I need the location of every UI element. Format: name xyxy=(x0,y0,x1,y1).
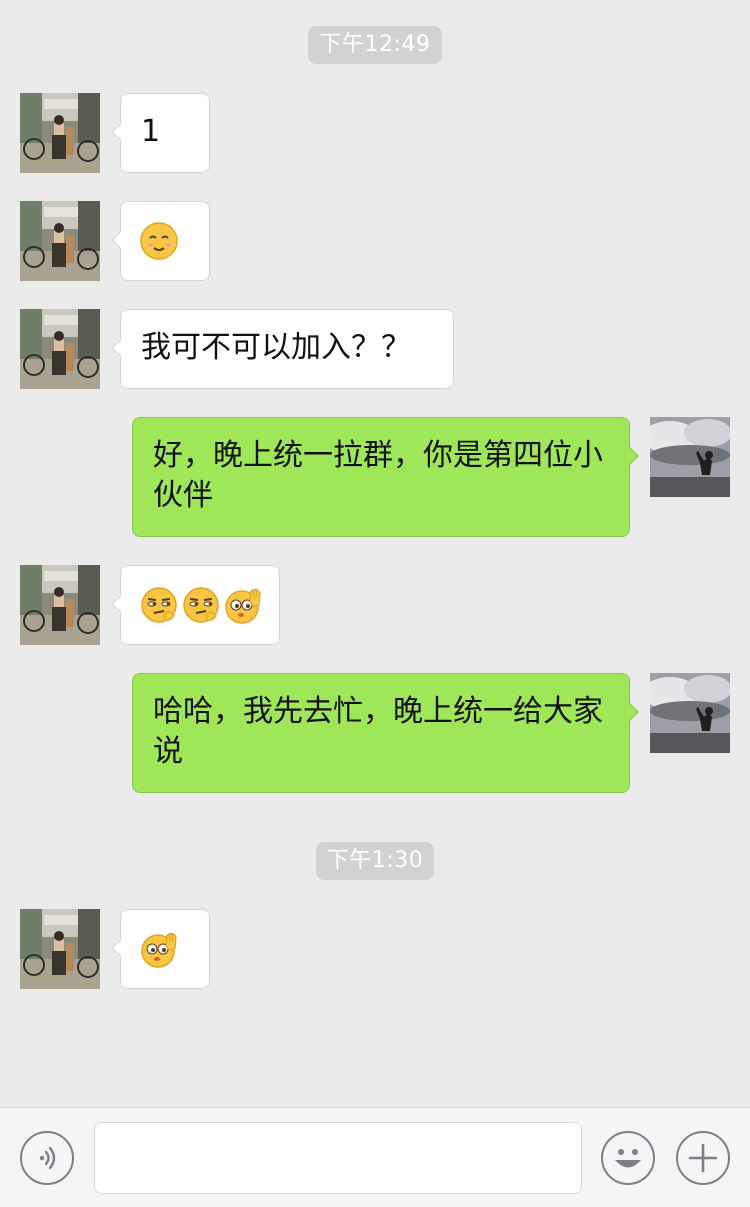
my-avatar[interactable] xyxy=(650,673,730,753)
message-text: 好，晚上统一拉群，你是第四位小伙伴 xyxy=(153,438,603,513)
smirk-face-emoji xyxy=(181,585,221,625)
message-text: 1 xyxy=(141,114,161,149)
my-avatar[interactable] xyxy=(650,417,730,497)
incoming-message-bubble[interactable]: 我可不可以加入？？ xyxy=(111,309,454,389)
emoji-icon xyxy=(615,1149,641,1168)
contact-avatar[interactable] xyxy=(20,909,100,989)
voice-button[interactable] xyxy=(20,1131,74,1185)
outgoing-message-bubble[interactable]: 哈哈，我先去忙，晚上统一给大家说 xyxy=(132,673,639,793)
timestamp: 下午12:49 xyxy=(308,26,442,64)
outgoing-message-bubble[interactable]: 好，晚上统一拉群，你是第四位小伙伴 xyxy=(132,417,639,537)
more-button[interactable] xyxy=(676,1131,730,1185)
contact-avatar[interactable] xyxy=(20,201,100,281)
wave-face-emoji xyxy=(223,585,263,625)
emoji-button[interactable] xyxy=(601,1131,655,1185)
plus-icon xyxy=(688,1143,718,1173)
message-text: 哈哈，我先去忙，晚上统一给大家说 xyxy=(153,694,603,769)
smirk-face-emoji xyxy=(139,585,179,625)
contact-avatar[interactable] xyxy=(20,565,100,645)
message-text: 我可不可以加入？？ xyxy=(141,330,411,365)
chat-area[interactable]: 下午12:49 1 我可不可以加入？？ 好，晚上统一拉群，你是第四位小伙伴 哈哈… xyxy=(0,0,750,1107)
input-bar xyxy=(0,1107,750,1207)
incoming-message-bubble[interactable] xyxy=(111,201,210,281)
voice-icon xyxy=(39,1146,56,1170)
incoming-message-bubble[interactable] xyxy=(111,565,280,645)
timestamp: 下午1:30 xyxy=(316,842,434,880)
incoming-message-bubble[interactable] xyxy=(111,909,210,989)
incoming-message-bubble[interactable]: 1 xyxy=(111,93,210,173)
message-input[interactable] xyxy=(94,1122,582,1194)
contact-avatar[interactable] xyxy=(20,309,100,389)
contact-avatar[interactable] xyxy=(20,93,100,173)
smiling-face-emoji xyxy=(139,221,179,261)
wave-face-emoji xyxy=(139,929,179,969)
